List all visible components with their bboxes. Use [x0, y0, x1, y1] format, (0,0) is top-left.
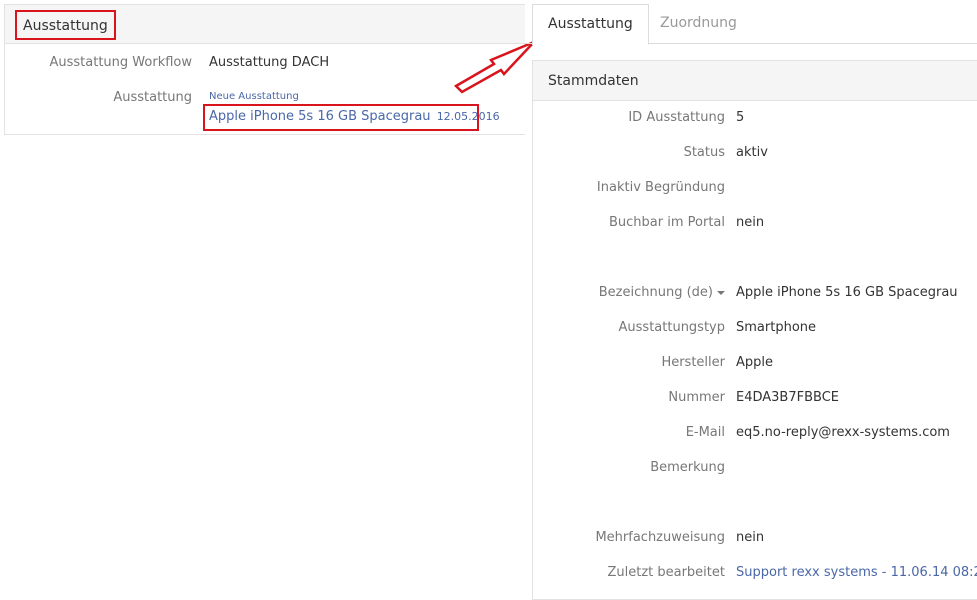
remark-label: Bemerkung [650, 460, 725, 475]
new-equipment-link[interactable]: Neue Ausstattung [209, 91, 299, 102]
type-value: Smartphone [736, 320, 817, 335]
caret-down-icon[interactable] [717, 290, 725, 295]
status-value: aktiv [736, 145, 768, 160]
workflow-value: Ausstattung DACH [209, 55, 330, 70]
maker-value: Apple [736, 355, 774, 370]
detail-panel: Stammdaten ID Ausstattung 5 Status aktiv… [532, 60, 977, 600]
number-label: Nummer [668, 390, 725, 405]
name-language-dropdown[interactable]: Bezeichnung (de) [599, 285, 725, 300]
tab-bar: Ausstattung Zuordnung [524, 0, 977, 45]
last-edited-label: Zuletzt bearbeitet [607, 565, 725, 580]
type-label: Ausstattungstyp [618, 320, 725, 335]
email-label: E-Mail [685, 425, 725, 440]
last-edited-link[interactable]: Support rexx systems - 11.06.14 08:26 [736, 565, 977, 580]
highlighted-equipment-box: Apple iPhone 5s 16 GB Spacegrau 12.05.20… [203, 104, 500, 131]
multi-assign-label: Mehrfachzuweisung [595, 530, 725, 545]
status-label: Status [683, 145, 725, 160]
section-title: Stammdaten [533, 61, 977, 101]
bookable-value: nein [736, 215, 765, 230]
number-value: E4DA3B7FBBCE [736, 390, 839, 405]
inactive-reason-label: Inaktiv Begründung [596, 180, 725, 195]
maker-label: Hersteller [661, 355, 725, 370]
left-panel-header: Ausstattung [5, 5, 525, 44]
id-value: 5 [736, 110, 745, 125]
bookable-label: Buchbar im Portal [609, 215, 725, 230]
name-value: Apple iPhone 5s 16 GB Spacegrau [736, 285, 958, 300]
tab-zuordnung[interactable]: Zuordnung [645, 4, 752, 45]
equipment-label: Ausstattung [113, 90, 192, 105]
left-panel-title: Ausstattung [15, 10, 116, 40]
equipment-link[interactable]: Apple iPhone 5s 16 GB Spacegrau [209, 109, 431, 124]
name-label: Bezeichnung (de) [598, 285, 713, 300]
tab-ausstattung[interactable]: Ausstattung [532, 4, 649, 45]
equipment-panel-left: Ausstattung Ausstattung Workflow Ausstat… [4, 4, 525, 135]
id-label: ID Ausstattung [628, 110, 725, 125]
equipment-date: 12.05.2016 [436, 110, 500, 123]
multi-assign-value: nein [736, 530, 765, 545]
workflow-label: Ausstattung Workflow [49, 55, 193, 70]
email-value: eq5.no-reply@rexx-systems.com [736, 425, 950, 440]
